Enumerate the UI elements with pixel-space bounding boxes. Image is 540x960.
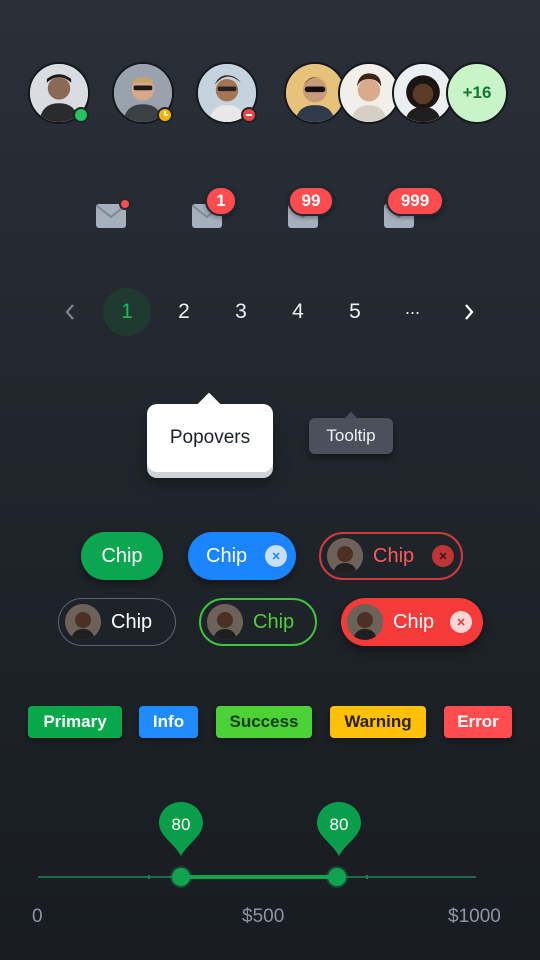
- slider-min-label: 0: [32, 906, 43, 927]
- popover-label: Popovers: [169, 427, 251, 448]
- pagination-page-3[interactable]: 3: [217, 288, 265, 336]
- notification-count-badge: 99: [288, 186, 334, 216]
- label-info: Info: [139, 706, 198, 738]
- tooltip: Tooltip: [309, 418, 393, 454]
- avatar: [347, 604, 383, 640]
- chip-label: Chip: [111, 610, 153, 633]
- label-warning: Warning: [330, 706, 426, 738]
- label-primary: Primary: [28, 706, 122, 738]
- pagination-page-1[interactable]: 1: [103, 288, 151, 336]
- notification-count-badge: 999: [386, 186, 444, 216]
- chip-label: Chip: [253, 610, 295, 633]
- chip-label: Chip: [206, 544, 248, 567]
- slider-max-label: $1000: [448, 906, 501, 927]
- popover[interactable]: Popovers: [147, 404, 273, 472]
- chip-outlined-green-avatar[interactable]: Chip: [199, 598, 317, 646]
- close-icon[interactable]: ✕: [450, 611, 473, 633]
- tooltip-label: Tooltip: [326, 426, 376, 445]
- avatar[interactable]: [392, 62, 454, 124]
- pagination-ellipsis[interactable]: ···: [388, 288, 436, 336]
- chevron-right-icon[interactable]: [445, 288, 493, 336]
- label-error: Error: [444, 706, 512, 738]
- label-success: Success: [216, 706, 312, 738]
- pagination-page-2[interactable]: 2: [160, 288, 208, 336]
- away-status-icon: [157, 107, 173, 123]
- close-icon[interactable]: ✕: [265, 545, 288, 567]
- chip-filled-red-avatar-deletable[interactable]: Chip ✕: [341, 598, 483, 646]
- slider-tick: [366, 875, 368, 879]
- avatar: [327, 538, 363, 574]
- slider-active-range: [181, 875, 337, 879]
- chip-outlined-red-avatar[interactable]: Chip ✕: [319, 532, 463, 580]
- pagination-page-4[interactable]: 4: [274, 288, 322, 336]
- chip-filled-blue-deletable[interactable]: Chip ✕: [188, 532, 296, 580]
- avatar[interactable]: [284, 62, 346, 124]
- avatar: [65, 604, 101, 640]
- slider-thumb-high[interactable]: [328, 868, 346, 886]
- chip-outlined-neutral-avatar[interactable]: Chip: [58, 598, 176, 646]
- chip-label: Chip: [373, 544, 415, 567]
- slider-thumb-low[interactable]: [172, 868, 190, 886]
- avatar[interactable]: [338, 62, 400, 124]
- slider-high-value: 80: [329, 815, 349, 834]
- chip-label: Chip: [101, 544, 143, 567]
- close-icon[interactable]: ✕: [432, 545, 455, 567]
- avatar: [207, 604, 243, 640]
- pagination-page-5[interactable]: 5: [331, 288, 379, 336]
- online-status-indicator: [73, 107, 89, 123]
- chip-filled-green[interactable]: Chip: [81, 532, 163, 580]
- avatar-group-overflow-count[interactable]: +16: [446, 62, 508, 124]
- slider-tick: [148, 875, 150, 879]
- chip-label: Chip: [393, 610, 435, 633]
- slider-mid-label: $500: [242, 906, 285, 927]
- notification-dot: [119, 198, 131, 210]
- slider-low-value: 80: [171, 815, 191, 834]
- busy-status-icon: [241, 107, 257, 123]
- chevron-left-icon[interactable]: [46, 288, 94, 336]
- notification-count-badge: 1: [205, 186, 237, 216]
